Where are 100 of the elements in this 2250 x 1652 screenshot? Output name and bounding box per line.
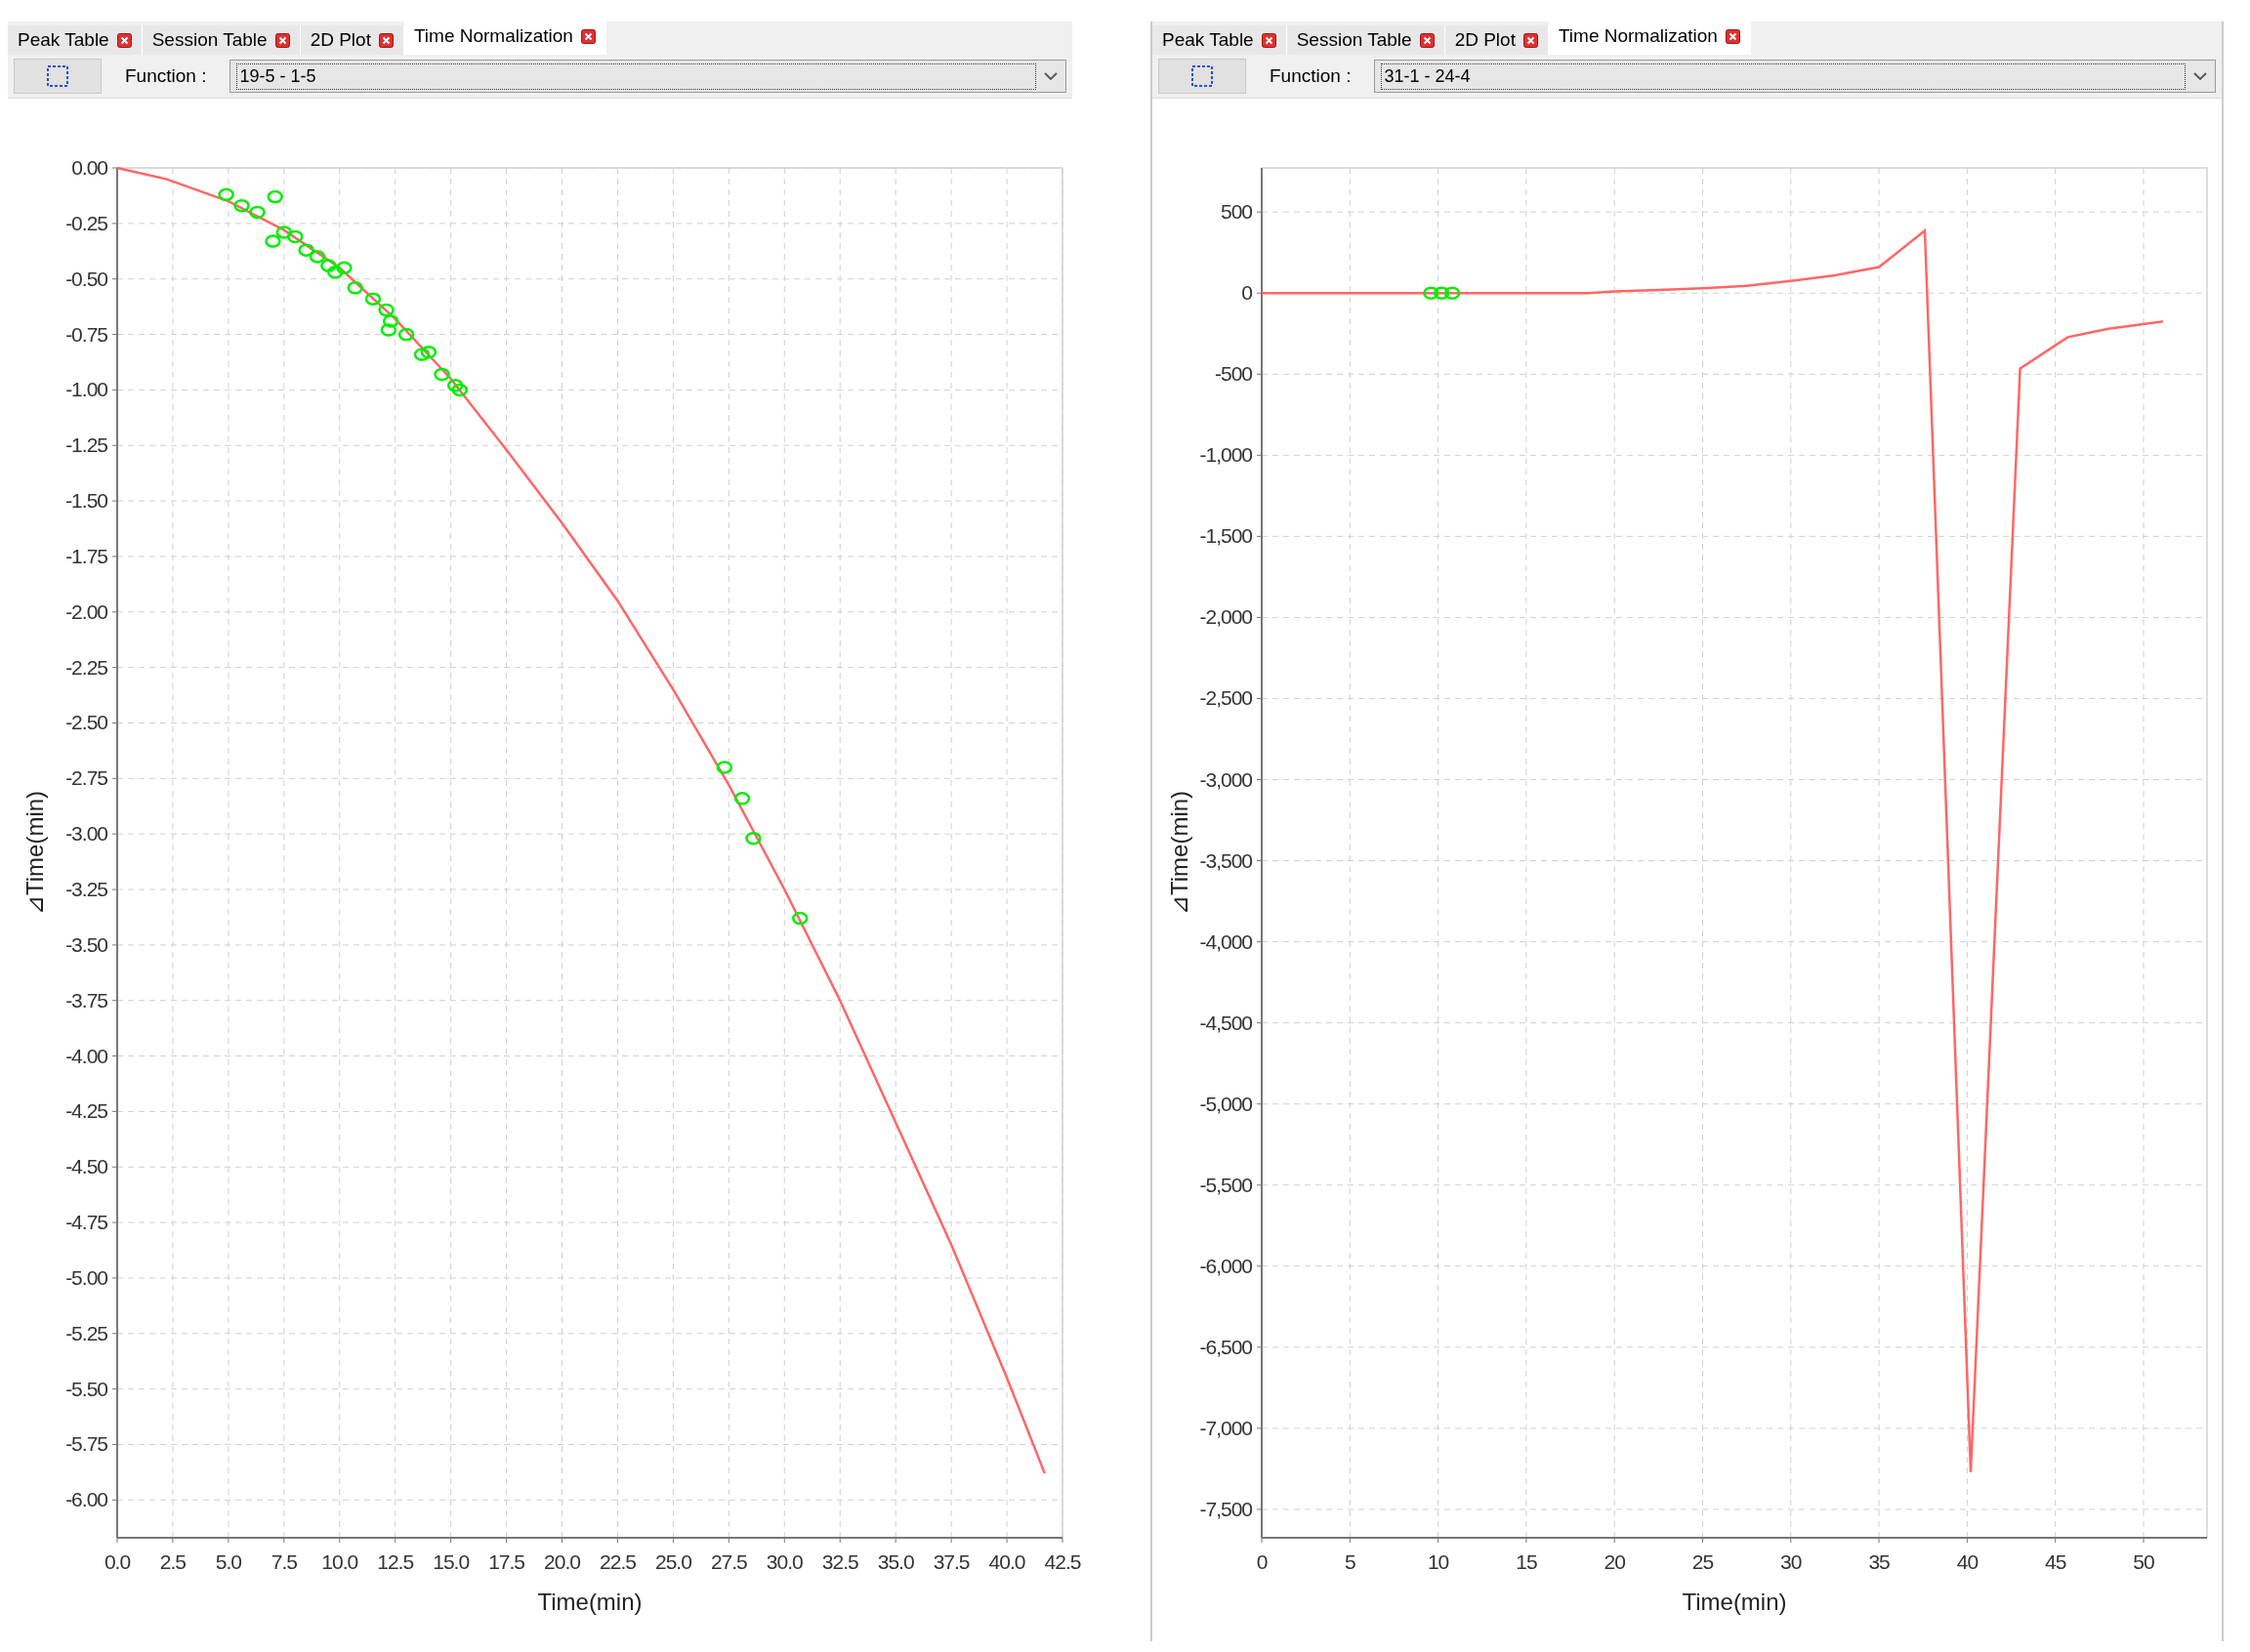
x-tick-label: 27.5 xyxy=(710,1550,747,1573)
close-icon[interactable] xyxy=(1522,32,1538,48)
peak-marker xyxy=(364,292,382,306)
tab[interactable]: Peak Table xyxy=(8,25,143,55)
close-icon[interactable] xyxy=(1261,32,1276,48)
x-tick-label: 22.5 xyxy=(600,1550,636,1573)
x-tick-label: 5.0 xyxy=(215,1550,241,1573)
peak-marker xyxy=(267,189,283,204)
selection-button[interactable] xyxy=(14,59,102,94)
x-tick-label: 0 xyxy=(1256,1550,1268,1573)
x-tick-label: 5 xyxy=(1344,1550,1355,1573)
y-tick-label: -7,000 xyxy=(1199,1416,1252,1439)
peak-marker xyxy=(378,303,395,317)
y-tick-label: -3.50 xyxy=(65,932,107,956)
y-tick-label: -3.75 xyxy=(65,988,107,1012)
y-tick-label: -3,000 xyxy=(1199,767,1252,791)
peak-marker xyxy=(320,259,337,272)
peak-marker xyxy=(286,229,304,244)
y-tick-label: -4,000 xyxy=(1199,929,1252,953)
y-tick-label: -5.00 xyxy=(65,1265,107,1289)
y-tick-label: -1.75 xyxy=(65,544,107,567)
y-tick-label: -2.00 xyxy=(65,599,107,623)
y-tick-label: -5.25 xyxy=(65,1321,107,1344)
y-tick-label: -5.50 xyxy=(65,1377,107,1400)
peak-marker xyxy=(382,314,399,328)
y-tick-label: -6,500 xyxy=(1199,1335,1252,1358)
y-tick-label: -4.25 xyxy=(65,1099,107,1123)
x-tick-label: 15 xyxy=(1516,1550,1537,1573)
peak-marker xyxy=(1423,286,1439,300)
x-tick-label: 12.5 xyxy=(377,1550,414,1573)
x-tick-label: 32.5 xyxy=(821,1550,858,1573)
x-tick-label: 20.0 xyxy=(544,1550,580,1573)
peak-marker xyxy=(249,205,266,220)
close-icon[interactable] xyxy=(274,32,290,48)
tab[interactable]: Time Normalization xyxy=(403,21,606,55)
x-tick-label: 10 xyxy=(1427,1550,1449,1573)
x-tick-label: 42.5 xyxy=(1044,1550,1081,1573)
y-tick-label: 500 xyxy=(1220,200,1252,224)
y-tick-label: -1.25 xyxy=(65,434,107,457)
y-tick-label: -2,500 xyxy=(1199,686,1252,710)
y-tick-label: -1,500 xyxy=(1199,524,1252,548)
function-dropdown[interactable]: 31-1 - 24-4 xyxy=(1374,60,2216,93)
y-tick-label: -2,000 xyxy=(1199,605,1252,629)
function-dropdown[interactable]: 19-5 - 1-5 xyxy=(229,60,1066,93)
y-tick-label: -1.50 xyxy=(65,489,107,513)
y-tick-label: -500 xyxy=(1214,362,1252,386)
peak-marker xyxy=(218,187,234,202)
x-tick-label: 25.0 xyxy=(654,1550,691,1573)
peak-marker xyxy=(716,761,733,774)
close-icon[interactable] xyxy=(580,28,596,44)
tab[interactable]: Peak Table xyxy=(1152,25,1287,55)
peak-marker xyxy=(347,281,363,295)
y-tick-label: -0.50 xyxy=(65,267,107,290)
x-tick-label: 20 xyxy=(1604,1550,1625,1573)
y-axis-title: ⊿Time(min) xyxy=(21,790,48,916)
tab[interactable]: Session Table xyxy=(1286,25,1445,55)
x-tick-label: 17.5 xyxy=(488,1550,525,1573)
peak-marker xyxy=(326,266,344,279)
x-axis-title: Time(min) xyxy=(537,1589,643,1615)
tab[interactable]: Time Normalization xyxy=(1548,21,1751,55)
peak-marker xyxy=(434,367,450,382)
peak-marker xyxy=(309,250,326,264)
x-tick-label: 2.5 xyxy=(159,1550,187,1573)
selection-button[interactable] xyxy=(1158,59,1246,94)
x-tick-label: 25 xyxy=(1691,1550,1714,1573)
x-tick-label: 0.0 xyxy=(104,1550,131,1573)
peak-marker xyxy=(380,323,397,337)
y-tick-label: -7,500 xyxy=(1199,1497,1252,1520)
x-tick-label: 7.5 xyxy=(271,1550,297,1573)
y-tick-label: -0.75 xyxy=(65,322,107,346)
peak-marker xyxy=(451,383,468,397)
y-tick-label: -5,000 xyxy=(1199,1092,1252,1115)
y-tick-label: -4,500 xyxy=(1199,1011,1252,1034)
close-icon[interactable] xyxy=(116,32,132,48)
peak-marker xyxy=(397,327,415,342)
x-tick-label: 50 xyxy=(2133,1550,2154,1573)
tab[interactable]: Session Table xyxy=(142,25,301,55)
x-tick-label: 15.0 xyxy=(433,1550,470,1573)
close-icon[interactable] xyxy=(1419,32,1435,48)
peak-marker xyxy=(336,261,353,275)
x-tick-label: 10.0 xyxy=(321,1550,358,1573)
tab[interactable]: 2D Plot xyxy=(1444,25,1549,55)
peak-marker xyxy=(420,346,438,359)
y-tick-label: 0.00 xyxy=(71,156,107,179)
y-tick-label: -6,000 xyxy=(1199,1254,1252,1277)
y-tick-label: -5,500 xyxy=(1199,1173,1252,1196)
tab[interactable]: 2D Plot xyxy=(300,25,404,55)
close-icon[interactable] xyxy=(1725,28,1740,44)
function-label: Function : xyxy=(1270,65,1352,87)
dashed-square-icon xyxy=(1191,65,1213,87)
y-tick-label: -3,500 xyxy=(1199,848,1252,872)
peak-marker xyxy=(233,198,250,213)
y-tick-label: -6.00 xyxy=(65,1488,107,1511)
y-tick-label: -1,000 xyxy=(1199,443,1252,467)
function-label: Function : xyxy=(125,65,207,87)
y-tick-label: -2.50 xyxy=(65,711,107,734)
close-icon[interactable] xyxy=(378,32,394,48)
peak-marker xyxy=(298,243,314,257)
x-tick-label: 40.0 xyxy=(988,1550,1025,1573)
peak-marker xyxy=(275,226,293,239)
